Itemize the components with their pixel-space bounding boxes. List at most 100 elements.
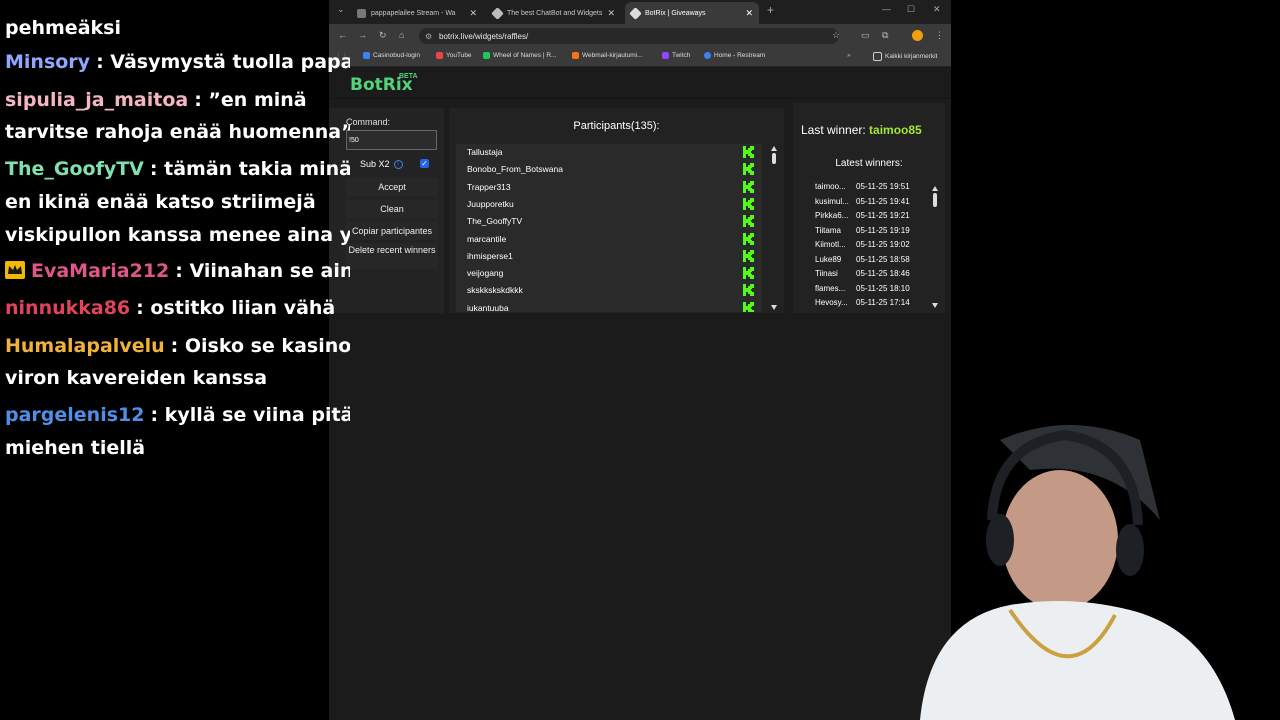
participant-row[interactable]: Bonobo_From_Botswana [456, 161, 762, 178]
tab-stream[interactable]: pappapelailee Stream - Wa ✕ [351, 2, 483, 24]
chat-text: viron kavereiden kanssa [5, 367, 268, 389]
bookmark-wheel[interactable]: Wheel of Names | R... [483, 52, 556, 59]
url-text: botrix.live/widgets/raffles/ [439, 31, 529, 41]
winner-row: kusimul... 05-11-25 19:41 [803, 197, 931, 212]
winner-name: Tiinasi [815, 269, 838, 278]
cast-icon[interactable]: ▭ [861, 30, 870, 41]
home-icon[interactable]: ⌂ [399, 30, 404, 40]
menu-icon[interactable]: ⋮ [935, 30, 944, 41]
minimize-icon[interactable]: — [882, 4, 891, 14]
delete-recent-winners-button[interactable]: Delete recent winners [346, 243, 438, 269]
mail-icon [572, 52, 579, 59]
participant-row[interactable]: marcantile [456, 231, 762, 248]
participant-row[interactable]: veijogang [456, 265, 762, 282]
tab-favicon-icon [357, 8, 366, 18]
avatar[interactable] [912, 30, 923, 41]
all-bookmarks[interactable]: Kaikki kirjanmerkit [873, 52, 937, 61]
participant-row[interactable]: skskkskskdkkk [456, 282, 762, 299]
participants-scrollbar[interactable] [770, 145, 778, 311]
scroll-up-icon[interactable] [932, 186, 938, 191]
winner-date: 05-11-25 19:51 [856, 182, 910, 191]
maximize-icon[interactable]: ☐ [907, 4, 915, 15]
participant-row[interactable]: The_GooffyTV [456, 213, 762, 230]
chat-username[interactable]: sipulia_ja_maitoa [5, 89, 188, 111]
chat-username[interactable]: ninnukka86 [5, 297, 130, 319]
winner-row: Kiimotl... 05-11-25 19:02 [803, 240, 931, 255]
bookmark-twitch[interactable]: Twitch [662, 52, 690, 59]
participant-row[interactable]: Juupporetku [456, 196, 762, 213]
participant-name: Juupporetku [467, 198, 514, 209]
scroll-thumb[interactable] [772, 153, 776, 164]
restream-icon [704, 52, 711, 59]
winner-name: Pirkka6... [815, 211, 849, 220]
extensions-icon[interactable]: ⧉ [882, 30, 888, 41]
headphone-cup-icon [986, 514, 1014, 566]
winner-name: flames... [815, 283, 846, 293]
person-shirt [920, 601, 1235, 720]
accept-button[interactable]: Accept [346, 178, 438, 196]
chat-username[interactable]: Minsory [5, 51, 90, 73]
winner-name: Kiimotl... [815, 240, 846, 249]
sub-x2-checkbox[interactable]: ✓ [420, 159, 429, 168]
participant-row[interactable]: Tallustaja [456, 144, 762, 161]
chat-username[interactable]: The_GoofyTV [5, 158, 144, 180]
chat-text: : kyllä se viina pitää [150, 404, 350, 426]
more-bookmarks-icon[interactable]: » [847, 52, 851, 59]
reload-icon[interactable]: ↻ [379, 30, 387, 41]
kick-icon [743, 197, 754, 210]
winners-scrollbar[interactable] [931, 185, 939, 309]
winner-date: 05-11-25 19:02 [856, 240, 910, 249]
scroll-thumb[interactable] [933, 193, 937, 207]
star-icon[interactable]: ☆ [832, 30, 840, 41]
chat-username[interactable]: EvaMaria212 [31, 260, 169, 282]
chat-message: miehen tiellä [5, 432, 350, 465]
close-window-icon[interactable]: ✕ [933, 4, 941, 15]
clean-button[interactable]: Clean [346, 200, 438, 218]
winner-name: kusimul... [815, 196, 849, 206]
close-icon[interactable]: ✕ [745, 8, 753, 19]
tab-botrix[interactable]: BotRix | Giveaways ✕ [625, 2, 759, 24]
participants-list[interactable]: Tallustaja Bonobo_From_Botswana Trapper313… [456, 144, 762, 312]
copy-participants-button[interactable]: Copiar participantes [346, 222, 438, 240]
chat-message: ninnukka86: ostitko liian vähä [5, 292, 350, 325]
url-input[interactable]: ⚙ botrix.live/widgets/raffles/ [419, 28, 839, 44]
bookmark-webmail[interactable]: Webmail-kirjautumi... [572, 52, 643, 59]
bookmark-youtube[interactable]: YouTube [436, 52, 472, 59]
participant-name: ihmisperse1 [467, 250, 513, 261]
kick-icon [743, 301, 754, 312]
participant-row[interactable]: iukantuuba [456, 300, 762, 312]
address-bar: ← → ↻ ⌂ ⚙ botrix.live/widgets/raffles/ ☆… [329, 24, 951, 48]
bookmark-label: Kaikki kirjanmerkit [885, 53, 938, 60]
participant-row[interactable]: ihmisperse1 [456, 248, 762, 265]
tab-chatbot[interactable]: The best ChatBot and Widgets ✕ [487, 2, 621, 24]
scroll-up-icon[interactable] [771, 146, 777, 151]
info-icon[interactable]: i [393, 159, 403, 169]
chat-username[interactable]: Humalapalvelu [5, 335, 165, 357]
new-tab-icon[interactable]: + [767, 3, 774, 17]
bookmark-casinobud[interactable]: Casinobud-login [363, 52, 420, 59]
kick-icon [743, 215, 754, 228]
chat-username[interactable]: pargelenis12 [5, 404, 144, 426]
chat-message: Minsory: Väsymystä tuolla papalla [5, 46, 350, 79]
command-input[interactable] [346, 130, 437, 150]
scroll-down-icon[interactable] [932, 303, 938, 308]
chat-text: : Oisko se kasinolle [170, 335, 350, 357]
bookmarks-bar: ⋮⋮ Casinobud-login YouTube Wheel of Name… [329, 48, 951, 67]
close-icon[interactable]: ✕ [469, 8, 477, 19]
scroll-down-icon[interactable] [771, 305, 777, 310]
latest-winners-list[interactable]: taimoo... 05-11-25 19:51 kusimul... 05-11-2… [803, 182, 931, 307]
sub-x2-option: Sub X2 i [360, 159, 403, 169]
chat-overlay: pehmeäksi Minsory: Väsymystä tuolla papal… [0, 0, 350, 466]
divider [329, 98, 951, 99]
winner-date: 05-11-25 18:58 [856, 254, 910, 264]
winner-name: Hevosy... [815, 298, 848, 307]
winner-date: 05-11-25 17:14 [856, 298, 910, 307]
forward-icon[interactable]: → [358, 30, 367, 40]
chat-text: : tämän takia minä [149, 158, 350, 180]
close-icon[interactable]: ✕ [607, 8, 615, 19]
site-info-icon[interactable]: ⚙ [425, 32, 432, 41]
winner-row: Pirkka6... 05-11-25 19:21 [803, 211, 931, 226]
bookmark-restream[interactable]: Home - Restream [704, 52, 765, 59]
participant-name: veijogang [467, 268, 504, 279]
participant-row[interactable]: Trapper313 [456, 179, 762, 196]
